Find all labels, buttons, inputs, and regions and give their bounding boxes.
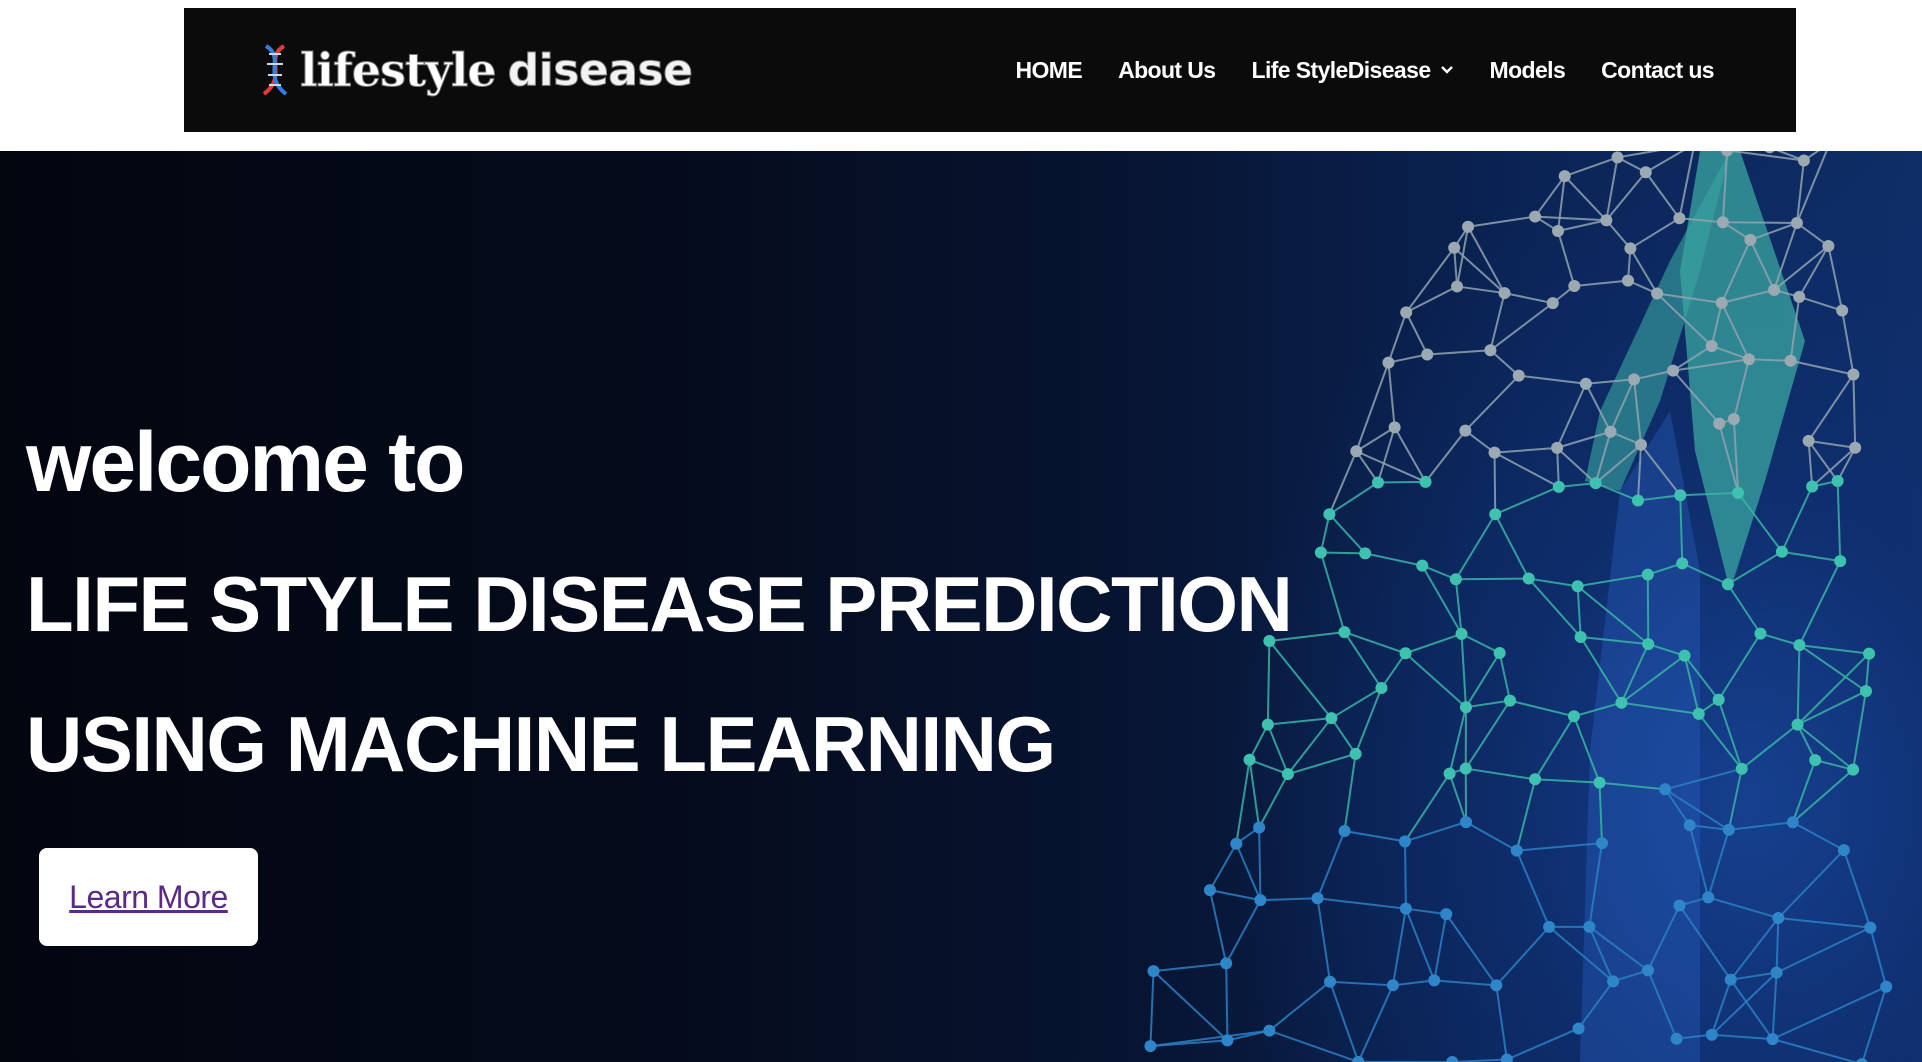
page-header: lifestyle disease HOME About Us Life Sty… [0, 0, 1922, 151]
hero-title-line1: LIFE STYLE DISEASE PREDICTION [26, 560, 1293, 648]
main-nav: HOME About Us Life StyleDisease Models C… [979, 8, 1714, 132]
chevron-down-icon [1440, 66, 1453, 74]
logo-text-disease: disease [507, 44, 693, 96]
logo-text-lifestyle: lifestyle [300, 43, 498, 98]
dna-icon [262, 44, 288, 96]
site-logo[interactable]: lifestyle disease [254, 38, 693, 102]
hero-welcome-text: welcome to [26, 415, 465, 509]
nav-lifestyle-disease-dropdown[interactable]: Life StyleDisease [1252, 57, 1454, 84]
hero-section: welcome to LIFE STYLE DISEASE PREDICTION… [0, 151, 1922, 1062]
nav-home[interactable]: HOME [1015, 57, 1082, 84]
learn-more-link[interactable]: Learn More [69, 879, 228, 916]
nav-contact-us[interactable]: Contact us [1601, 57, 1714, 84]
navbar: lifestyle disease HOME About Us Life Sty… [184, 8, 1796, 132]
learn-more-button[interactable]: Learn More [39, 848, 258, 946]
nav-lifestyle-disease-label: Life StyleDisease [1251, 56, 1432, 83]
hero-title-line2: USING MACHINE LEARNING [26, 700, 1056, 788]
nav-models[interactable]: Models [1490, 57, 1566, 84]
nav-about-us[interactable]: About Us [1118, 57, 1216, 84]
